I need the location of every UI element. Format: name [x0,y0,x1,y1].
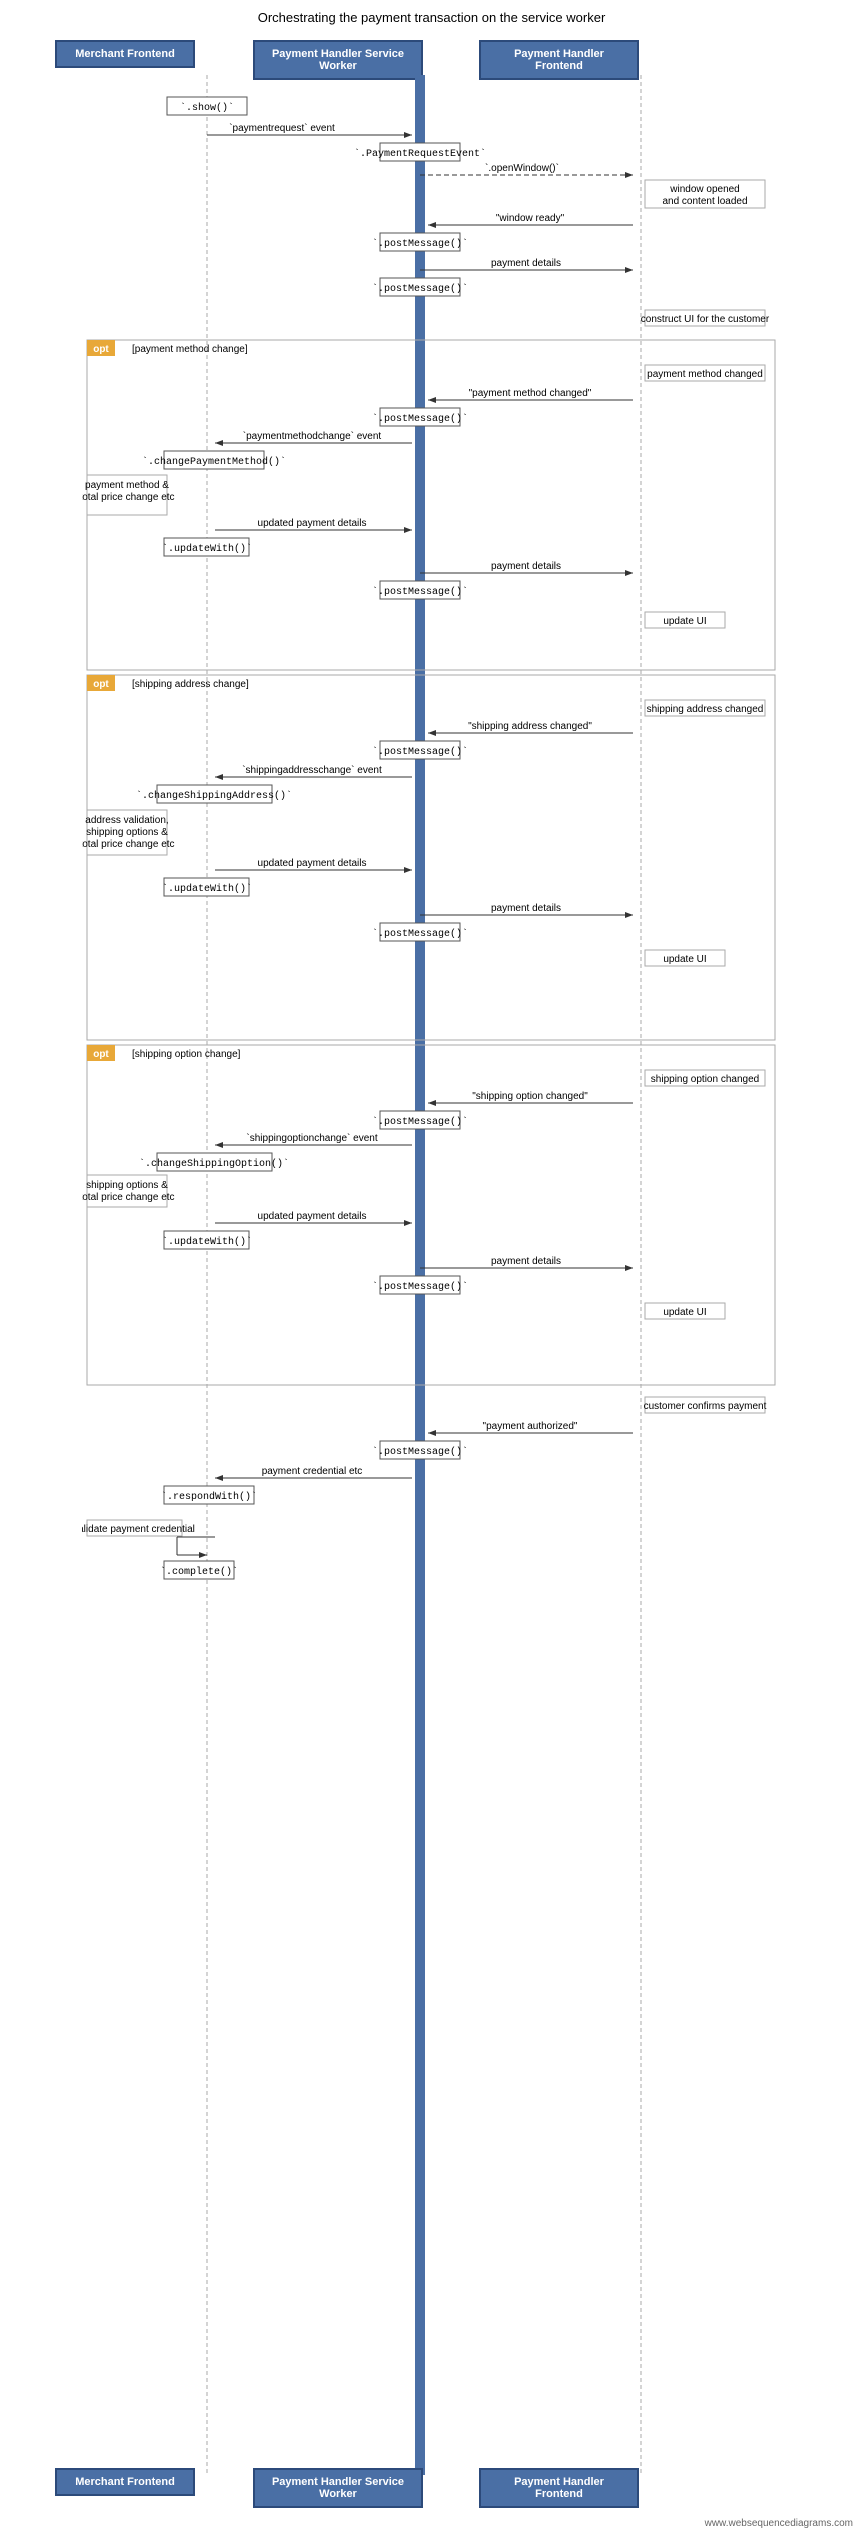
svg-text:`.openWindow()`: `.openWindow()` [485,162,559,174]
svg-text:[payment method change]: [payment method change] [132,344,248,355]
svg-text:payment details: payment details [490,258,560,269]
svg-text:`.postMessage()`: `.postMessage()` [371,1115,467,1128]
svg-text:total price change etc: total price change etc [82,839,175,850]
diagram-title: Orchestrating the payment transaction on… [0,10,863,25]
svg-text:`.PaymentRequestEvent`: `.PaymentRequestEvent` [353,147,485,160]
svg-text:update UI: update UI [663,954,706,965]
svg-text:construct UI for the customer: construct UI for the customer [640,314,769,325]
svg-text:`.changeShippingOption()`: `.changeShippingOption()` [138,1157,288,1170]
svg-text:payment credential etc: payment credential etc [261,1466,362,1477]
svg-text:`.complete()`: `.complete()` [159,1565,237,1578]
svg-text:window opened: window opened [669,184,740,195]
svg-text:shipping address changed: shipping address changed [646,704,763,715]
svg-text:`.changePaymentMethod()`: `.changePaymentMethod()` [141,455,285,468]
svg-text:customer confirms payment: customer confirms payment [643,1401,766,1412]
svg-text:"shipping option changed": "shipping option changed" [472,1091,588,1102]
svg-text:shipping options &: shipping options & [86,1180,168,1191]
svg-text:`paymentmethodchange` event: `paymentmethodchange` event [242,430,381,442]
svg-text:`.postMessage()`: `.postMessage()` [371,745,467,758]
svg-text:updated payment details: updated payment details [257,518,366,529]
lifeline-header-merchant: Merchant Frontend [55,40,195,68]
svg-text:`.postMessage()`: `.postMessage()` [371,585,467,598]
svg-text:opt: opt [93,1049,109,1060]
svg-text:updated payment details: updated payment details [257,858,366,869]
svg-text:`.postMessage()`: `.postMessage()` [371,237,467,250]
svg-text:`.updateWith()`: `.updateWith()` [161,1235,251,1248]
svg-text:`.postMessage()`: `.postMessage()` [371,412,467,425]
svg-text:`.postMessage()`: `.postMessage()` [371,927,467,940]
svg-text:total price change etc: total price change etc [82,492,175,503]
svg-text:payment method &: payment method & [85,480,169,491]
svg-text:"payment method changed": "payment method changed" [468,388,591,399]
lifeline-footer-merchant: Merchant Frontend [55,2468,195,2496]
svg-text:`paymentrequest` event: `paymentrequest` event [229,122,335,134]
svg-text:updated payment details: updated payment details [257,1211,366,1222]
svg-text:`.updateWith()`: `.updateWith()` [161,882,251,895]
svg-text:`shippingoptionchange` event: `shippingoptionchange` event [246,1132,377,1144]
lifeline-header-service-worker: Payment Handler Service Worker [253,40,423,80]
svg-text:"payment authorized": "payment authorized" [482,1421,577,1432]
svg-text:`.respondWith()`: `.respondWith()` [160,1490,256,1503]
svg-text:shipping options &: shipping options & [86,827,168,838]
svg-text:update UI: update UI [663,616,706,627]
svg-text:payment method changed: payment method changed [647,369,763,380]
sequence-diagram-svg: `.show()` `paymentrequest` event `.Payme… [82,75,782,2475]
svg-text:update UI: update UI [663,1307,706,1318]
svg-text:`.updateWith()`: `.updateWith()` [161,542,251,555]
svg-text:validate payment credential: validate payment credential [82,1524,195,1535]
svg-text:total price change etc: total price change etc [82,1192,175,1203]
lifeline-footer-frontend: Payment Handler Frontend [479,2468,639,2508]
lifeline-header-frontend: Payment Handler Frontend [479,40,639,80]
svg-text:`.changeShippingAddress()`: `.changeShippingAddress()` [135,789,291,802]
footer-url: www.websequencediagrams.com [0,2513,863,2534]
svg-text:`.show()`: `.show()` [179,101,233,114]
svg-text:payment details: payment details [490,1256,560,1267]
svg-text:`.postMessage()`: `.postMessage()` [371,282,467,295]
svg-text:address validation,: address validation, [85,815,168,826]
svg-text:"shipping address changed": "shipping address changed" [468,721,592,732]
svg-text:shipping option changed: shipping option changed [650,1074,758,1085]
lifeline-footer-service-worker: Payment Handler Service Worker [253,2468,423,2508]
svg-text:payment details: payment details [490,903,560,914]
svg-text:`.postMessage()`: `.postMessage()` [371,1280,467,1293]
svg-text:payment details: payment details [490,561,560,572]
diagram-container: Orchestrating the payment transaction on… [0,0,863,2544]
svg-text:[shipping option change]: [shipping option change] [132,1049,241,1060]
svg-text:`shippingaddresschange` event: `shippingaddresschange` event [242,764,382,776]
svg-text:opt: opt [93,344,109,355]
svg-text:`.postMessage()`: `.postMessage()` [371,1445,467,1458]
svg-text:"window ready": "window ready" [495,213,564,224]
svg-text:opt: opt [93,679,109,690]
svg-text:[shipping address change]: [shipping address change] [132,679,249,690]
svg-text:and content loaded: and content loaded [662,196,747,207]
